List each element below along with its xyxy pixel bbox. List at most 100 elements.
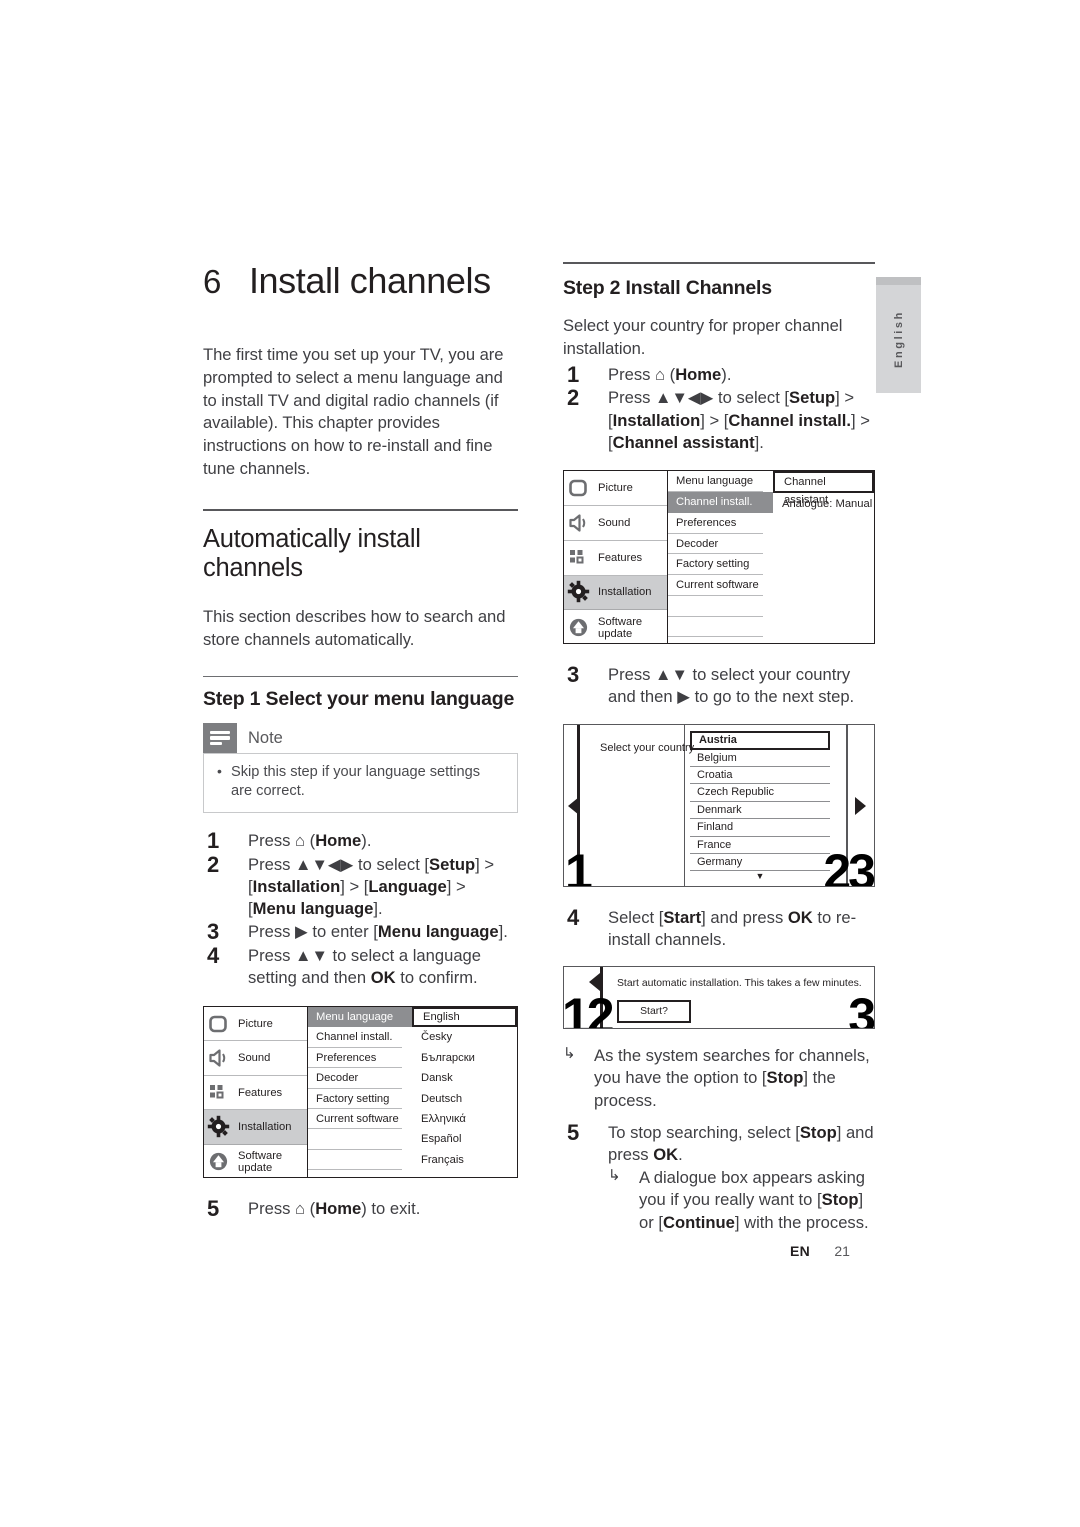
instruction-step: 3 Press ▲▼ to select your country and the… [563, 662, 875, 708]
step-number: 5 [567, 1119, 580, 1145]
chapter-heading: 6 Install channels [203, 262, 518, 300]
step-number: 2 [567, 385, 580, 411]
gear-icon [567, 580, 591, 604]
gear-icon [207, 1115, 231, 1139]
instruction-step: 2 Press ▲▼◀▶ to select [Setup] > [Install… [563, 385, 875, 454]
tv-nav-item-sound[interactable]: Sound [564, 506, 667, 541]
tv-nav-item-label: Sound [598, 516, 631, 529]
right-column: Step 2 Install Channels Select your coun… [563, 262, 875, 1234]
tv-nav-item-picture[interactable]: Picture [204, 1007, 307, 1042]
step1-heading: Step 1 Select your menu language [203, 687, 515, 710]
tv-nav-item-features[interactable]: Features [564, 541, 667, 576]
note-body: Skip this step if your language settings… [203, 752, 518, 814]
side-tab-label: English [892, 310, 905, 368]
note-item: Skip this step if your language settings… [216, 762, 505, 802]
start-button[interactable]: Start? [617, 1000, 691, 1024]
tv-nav-item-software-update[interactable]: Software update [564, 610, 667, 645]
tv-nav-item-installation[interactable]: Installation [204, 1110, 307, 1145]
left-column: 6 Install channels The first time you se… [203, 262, 518, 1221]
tv-submenu-item[interactable]: Decoder [308, 1068, 402, 1089]
chapter-title: Install channels [248, 260, 491, 301]
step2-heading: Step 2 Install Channels [563, 277, 772, 299]
country-item[interactable]: Denmark [690, 802, 830, 820]
tv-submenu-item[interactable]: Factory setting [668, 554, 763, 576]
instruction-step: 2 Press ▲▼◀▶ to select [Setup] > [Install… [203, 852, 518, 921]
document-page: 6 Install channels The first time you se… [0, 0, 1080, 1527]
section-title: Automatically install channels [203, 525, 421, 583]
step3-instruction: 3 Press ▲▼ to select your country and the… [563, 662, 875, 708]
tv-nav-column: Picture Sound Features Installation Software… [564, 471, 668, 645]
tv-nav-item-features[interactable]: Features [204, 1076, 307, 1111]
chapter-intro-paragraph: The first time you set up your TV, you a… [203, 344, 504, 479]
note-label: Note [248, 728, 283, 747]
country-item[interactable]: Germany [690, 854, 830, 872]
tv-option-item[interactable]: Analogue: Manual [773, 493, 874, 515]
tv-submenu-item[interactable]: Channel install. [668, 491, 773, 513]
tv-submenu-item-empty [668, 596, 763, 617]
tv-option-item-selected[interactable]: English [412, 1007, 517, 1028]
tv-nav-item-software-update[interactable]: Software update [204, 1145, 307, 1179]
tv-submenu-item-empty [668, 617, 763, 638]
tv-option-item[interactable]: Dansk [412, 1068, 517, 1088]
tv-menu-language-screenshot: Picture Sound Features Installation Software… [203, 1006, 518, 1179]
tv-submenu-item[interactable]: Menu language [308, 1007, 412, 1028]
page-footer: EN 21 [0, 1243, 1080, 1261]
step2-instruction-list: 1 Press ⌂ (Home). 2 Press ▲▼◀▶ to select [S… [563, 362, 875, 454]
tv-nav-item-label: Features [238, 1086, 283, 1099]
country-item[interactable]: Czech Republic [690, 784, 830, 802]
note-header: Note [203, 722, 518, 753]
country-item[interactable]: Belgium [690, 750, 830, 767]
step-text: To stop searching, select [Stop] and pre… [608, 1122, 874, 1164]
scroll-down-icon[interactable]: ▼ [690, 872, 830, 881]
step5-instruction: 5 To stop searching, select [Stop] and pr… [563, 1119, 875, 1166]
tv-nav-item-label: Software update [238, 1149, 283, 1174]
tv-submenu-item[interactable]: Factory setting [308, 1089, 402, 1110]
tv-option-item[interactable]: Español [412, 1129, 517, 1149]
side-tab-english: English [876, 285, 921, 393]
step-text: Press ▲▼◀▶ to select [Setup] > [Installa… [248, 854, 495, 919]
country-item[interactable]: France [690, 837, 830, 854]
tv-submenu-item[interactable]: Current software [308, 1109, 402, 1130]
tv-submenu-item[interactable]: Preferences [308, 1048, 402, 1069]
tv-option-item[interactable]: Deutsch [412, 1089, 517, 1109]
tv-nav-item-sound[interactable]: Sound [204, 1041, 307, 1076]
tv-option-item[interactable]: Български [412, 1048, 517, 1068]
tv-nav-item-label: Installation [238, 1120, 292, 1133]
country-item[interactable]: Croatia [690, 767, 830, 785]
step-number: 3 [567, 662, 580, 688]
instruction-step: 1 Press ⌂ (Home). [203, 828, 518, 853]
tv-options-column: English Česky Български Dansk Deutsch Ελληνικ… [412, 1007, 517, 1177]
tv-nav-item-label: Installation [598, 586, 652, 599]
tv-nav-column: Picture Sound Features Installation Software… [204, 1007, 308, 1179]
tv-submenu-column: Menu language Channel install. Preferences… [668, 471, 773, 643]
tv-option-item-selected[interactable]: Channel assistant [773, 471, 874, 506]
tv-submenu-item[interactable]: Menu language [668, 471, 763, 492]
tv-submenu-item[interactable]: Decoder [668, 534, 763, 555]
result-bullet-text: A dialogue box appears asking you if you… [639, 1168, 869, 1232]
overlay-number-left: 1 [565, 843, 593, 887]
result-bullet-text: As the system searches for channels, you… [594, 1046, 870, 1110]
country-list: Austria Belgium Croatia Czech Republic Denma… [690, 730, 830, 881]
tv-country-select-screenshot: Select your country Austria Belgium Croati… [563, 723, 875, 887]
tv-nav-item-installation[interactable]: Installation [564, 575, 667, 611]
chapter-number: 6 [203, 263, 221, 300]
country-item-selected[interactable]: Austria [690, 730, 830, 750]
step-text: Press ▲▼ to select a language setting an… [248, 945, 482, 987]
step-number: 5 [207, 1196, 220, 1222]
result-bullet: ↳ A dialogue box appears asking you if yo… [608, 1167, 875, 1234]
country-item[interactable]: Finland [690, 819, 830, 837]
step-text: Select [Start] and press OK to re-instal… [608, 907, 857, 949]
tv-submenu-item[interactable]: Current software [668, 575, 763, 596]
tv-submenu-item-empty [308, 1150, 402, 1171]
tv-submenu-item[interactable]: Preferences [668, 513, 763, 534]
tv-option-item[interactable]: Česky [412, 1027, 517, 1047]
tv-nav-item-picture[interactable]: Picture [564, 471, 667, 506]
tv-submenu-item[interactable]: Channel install. [308, 1027, 402, 1048]
step-text: Press ⌂ (Home). [248, 831, 372, 851]
tv-option-item[interactable]: Ελληνικά [412, 1109, 517, 1129]
footer-language-code: EN [790, 1243, 810, 1259]
hook-arrow-icon: ↳ [608, 1167, 621, 1185]
tv-option-item[interactable]: Français [412, 1150, 517, 1170]
step1-final-instruction: 5 Press ⌂ (Home) to exit. [203, 1196, 518, 1222]
picture-icon [207, 1012, 231, 1036]
